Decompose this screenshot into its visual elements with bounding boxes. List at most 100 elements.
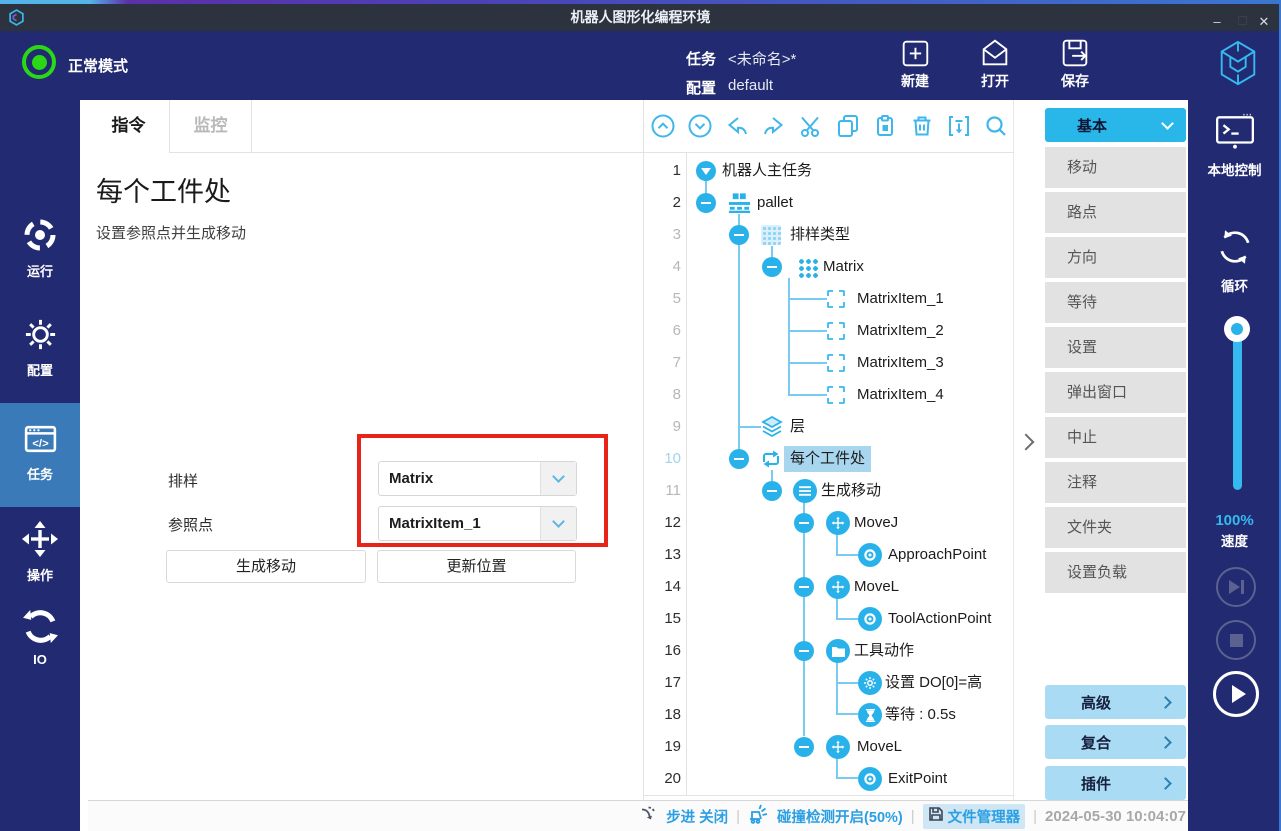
play-button[interactable] [1213, 671, 1259, 717]
command-item-direction[interactable]: 方向 [1045, 237, 1186, 278]
collapse-icon[interactable] [729, 449, 749, 469]
command-item-set-payload[interactable]: 设置负载 [1045, 552, 1186, 593]
tree-row[interactable]: 7 MatrixItem_3 [643, 347, 1014, 379]
close-button[interactable]: ✕ [1253, 8, 1275, 35]
tree-row[interactable]: 11 生成移动 [643, 475, 1014, 507]
collapse-icon[interactable] [762, 481, 782, 501]
collapse-icon[interactable] [696, 161, 716, 181]
local-control-button[interactable]: 本地控制 [1188, 112, 1281, 179]
paste-icon[interactable] [872, 113, 898, 139]
minimize-button[interactable]: – [1206, 8, 1228, 35]
reference-point-select[interactable]: MatrixItem_1 [378, 506, 577, 541]
speed-slider-thumb[interactable] [1224, 316, 1250, 342]
stop-button[interactable] [1216, 620, 1256, 660]
collision-detect-status[interactable]: 碰撞检测开启(50%) [777, 806, 903, 827]
insert-icon[interactable] [946, 113, 972, 139]
copy-icon[interactable] [835, 113, 861, 139]
tree-row[interactable]: 8 MatrixItem_4 [643, 379, 1014, 411]
step-forward-button[interactable] [1216, 567, 1256, 607]
gear-icon [22, 341, 59, 356]
command-item-abort[interactable]: 中止 [1045, 417, 1186, 458]
command-item-set[interactable]: 设置 [1045, 327, 1186, 368]
tab-instruction[interactable]: 指令 [88, 100, 170, 153]
collapse-icon[interactable] [762, 257, 782, 277]
update-position-button[interactable]: 更新位置 [377, 550, 576, 583]
config-value: default [728, 77, 773, 94]
tree-row[interactable]: 2 pallet [643, 187, 1014, 219]
tree-row[interactable]: 15 ToolActionPoint [643, 603, 1014, 635]
collapse-icon[interactable] [794, 577, 814, 597]
tree-row[interactable]: 20 ExitPoint [643, 763, 1014, 795]
command-item-waypoint[interactable]: 路点 [1045, 192, 1186, 233]
command-category-composite[interactable]: 复合 [1045, 725, 1186, 759]
step-mode-status[interactable]: 步进 关闭 [666, 806, 728, 827]
selected-node-label: 每个工件处 [784, 446, 871, 472]
tree-row[interactable]: 9 层 [643, 411, 1014, 443]
cut-icon[interactable] [798, 113, 824, 139]
app-window: 机器人图形化编程环境 – ✕ 正常模式 任务 <未命名>* 配置 default… [0, 0, 1281, 831]
delete-icon[interactable] [909, 113, 935, 139]
tree-row[interactable]: 14 MoveL [643, 571, 1014, 603]
chevron-down-icon[interactable] [540, 507, 576, 540]
collapse-icon[interactable] [729, 225, 749, 245]
tree-row[interactable]: 19 MoveL [643, 731, 1014, 763]
collapse-icon[interactable] [794, 737, 814, 757]
sidebar-item-run[interactable]: 运行 [0, 216, 80, 280]
chevron-down-icon[interactable] [540, 462, 576, 495]
titlebar: 机器人图形化编程环境 – ✕ [0, 4, 1281, 31]
command-category-basic[interactable]: 基本 [1045, 108, 1186, 142]
command-category-plugin[interactable]: 插件 [1045, 766, 1186, 800]
collision-detect-icon [748, 804, 769, 829]
sidebar-item-task[interactable]: </> 任务 [0, 403, 80, 507]
maximize-button[interactable] [1238, 16, 1247, 25]
tree-row[interactable]: 12 MoveJ [643, 507, 1014, 539]
tab-monitor[interactable]: 监控 [170, 100, 252, 152]
page-title: 每个工件处 [96, 170, 231, 209]
undo-icon[interactable] [724, 113, 750, 139]
brand-logo-icon [1215, 38, 1261, 93]
command-item-popup[interactable]: 弹出窗口 [1045, 372, 1186, 413]
tree-row[interactable]: 5 MatrixItem_1 [643, 283, 1014, 315]
speed-slider-track[interactable] [1233, 322, 1242, 490]
new-task-button[interactable]: 新建 [880, 35, 950, 91]
command-item-wait[interactable]: 等待 [1045, 282, 1186, 323]
open-task-button[interactable]: 打开 [960, 35, 1030, 91]
step-mode-icon [640, 805, 658, 828]
tree-row[interactable]: 6 MatrixItem_2 [643, 315, 1014, 347]
move-down-icon[interactable] [687, 113, 713, 139]
sidebar-item-io[interactable]: IO [0, 608, 80, 667]
search-icon[interactable] [983, 113, 1009, 139]
pattern-select[interactable]: Matrix [378, 461, 577, 496]
redo-icon[interactable] [761, 113, 787, 139]
command-item-comment[interactable]: 注释 [1045, 462, 1186, 503]
tree-row[interactable]: 4 Matrix [643, 251, 1014, 283]
tree-row[interactable]: 18 等待 : 0.5s [643, 699, 1014, 731]
command-item-folder[interactable]: 文件夹 [1045, 507, 1186, 548]
tree-row[interactable]: 17 设置 DO[0]=高 [643, 667, 1014, 699]
move-arrows-icon [21, 546, 59, 561]
move-up-icon[interactable] [650, 113, 676, 139]
collapse-icon[interactable] [794, 641, 814, 661]
tree-row[interactable]: 3 排样类型 [643, 219, 1014, 251]
generate-move-button[interactable]: 生成移动 [166, 550, 366, 583]
sidebar-item-config[interactable]: 配置 [0, 316, 80, 379]
tree-row[interactable]: 1 机器人主任务 [643, 155, 1014, 187]
collapse-icon[interactable] [794, 513, 814, 533]
collapse-icon[interactable] [696, 193, 716, 213]
tree-row[interactable]: 16 工具动作 [643, 635, 1014, 667]
line-number: 20 [643, 763, 681, 795]
folder-icon [826, 639, 850, 663]
save-task-button[interactable]: 保存 [1040, 35, 1110, 91]
move-command-icon [826, 735, 850, 759]
command-item-move[interactable]: 移动 [1045, 147, 1186, 188]
file-manager-button[interactable]: 文件管理器 [923, 804, 1026, 829]
sidebar-item-operate[interactable]: 操作 [0, 520, 80, 584]
tree-row tree-row-selected[interactable]: 10 每个工件处 [643, 443, 1014, 475]
panel-splitter[interactable] [1014, 100, 1043, 800]
line-number: 3 [643, 219, 681, 251]
chevron-right-icon [1159, 777, 1172, 790]
line-number: 16 [643, 635, 681, 667]
command-category-advanced[interactable]: 高级 [1045, 685, 1186, 719]
tree-row[interactable]: 13 ApproachPoint [643, 539, 1014, 571]
loop-mode-button[interactable]: 循环 [1188, 226, 1281, 295]
